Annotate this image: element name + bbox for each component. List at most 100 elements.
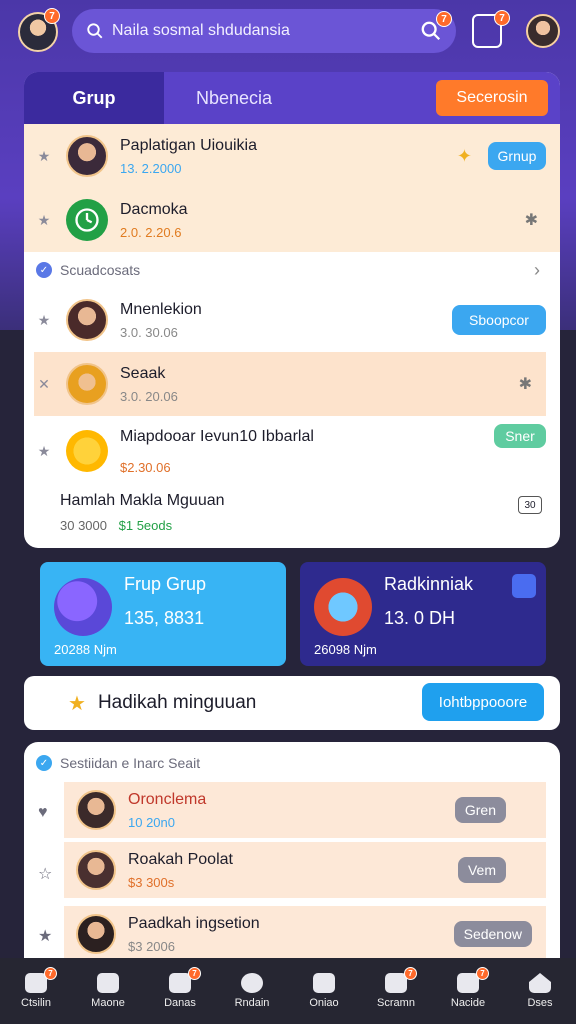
search-icon (87, 23, 103, 39)
avatar (66, 299, 108, 341)
list-item[interactable]: ★ Paplatigan Uiouikia 13. 2.2000 ✦ Grnup (24, 124, 560, 188)
nav-item-maone[interactable]: Maone (74, 973, 142, 1009)
nav-badge: 7 (404, 967, 417, 980)
nav-item-nacide[interactable]: 7 Nacide (434, 967, 502, 1009)
section-header[interactable]: ✓ Scuadcosats › (24, 252, 560, 288)
footer-badge[interactable]: 30 (518, 496, 542, 514)
bag-icon (97, 973, 119, 993)
nav-badge: 7 (188, 967, 201, 980)
house-icon (529, 973, 551, 993)
more-icon[interactable]: ✱ (519, 374, 532, 394)
list-item[interactable]: Oronclema 10 20n0 Gren (64, 782, 546, 838)
nav-label: Scramn (377, 997, 415, 1009)
nav-badge: 7 (44, 967, 57, 980)
row-sub: $3 2006 (128, 938, 175, 954)
stat-title: Frup Grup (124, 574, 207, 594)
sboopcor-button[interactable]: Sboopcor (452, 305, 546, 335)
notification-badge: 7 (494, 10, 510, 26)
user-avatar[interactable] (526, 14, 560, 48)
footer-title: Hamlah Makla Mguuan (60, 492, 225, 509)
reward-button[interactable]: Iohtbppooore (422, 683, 544, 721)
star-icon[interactable]: ★ (36, 212, 52, 229)
search-badge: 7 (436, 11, 452, 27)
avatar (76, 914, 116, 954)
row-sub: $2.30.06 (120, 459, 171, 475)
nav-item-rndain[interactable]: Rndain (218, 973, 286, 1009)
row-sub: 3.0. 20.06 (120, 388, 178, 404)
sedenow-button[interactable]: Sedenow (453, 921, 532, 947)
star-icon[interactable]: ★ (38, 926, 52, 946)
star-icon: ★ (68, 692, 86, 715)
main-card: Grup Nbenecia Secerosin ★ Paplatigan Uio… (24, 72, 560, 548)
more-icon[interactable]: ✱ (525, 210, 538, 230)
tab-nbenecia[interactable]: Nbenecia (164, 72, 304, 124)
nav-label: Oniao (309, 997, 339, 1009)
expand-icon[interactable] (512, 574, 536, 598)
stat-title: Radkinniak (384, 574, 474, 594)
grnup-button[interactable]: Grnup (488, 142, 546, 170)
row-sub: 2.0. 2.20.6 (120, 224, 182, 240)
search-bar[interactable]: 7 (72, 9, 456, 53)
stat-value: 13. 0 DH (384, 608, 456, 628)
row-name: Roakah Poolat (128, 850, 233, 868)
star-icon[interactable]: ★ (36, 148, 52, 165)
nav-item-ctsilin[interactable]: 7 Ctsilin (2, 967, 70, 1009)
chevron-right-icon[interactable]: › (534, 260, 540, 281)
row-name: Paadkah ingsetion (128, 914, 260, 932)
nav-item-oniao[interactable]: Oniao (290, 973, 358, 1009)
sparkle-icon: ✦ (456, 145, 472, 166)
avatar (66, 363, 108, 405)
check-icon: ✓ (36, 755, 52, 771)
row-name: Mnenlekion (120, 300, 202, 318)
star-icon[interactable]: ☆ (38, 864, 52, 884)
row-name: Seaak (120, 364, 166, 382)
stat-card-frup-grup[interactable]: Frup Grup 135, 8831 20288 Njm (40, 562, 286, 666)
avatar (76, 790, 116, 830)
close-icon[interactable]: ✕ (36, 376, 52, 393)
list-item[interactable]: Roakah Poolat $3 300s Vem (64, 842, 546, 898)
reward-bar: ★ Hadikah minguuan Iohtbppooore (24, 676, 560, 730)
secerosin-button[interactable]: Secerosin (436, 80, 548, 116)
nav-item-dses[interactable]: Dses (506, 973, 574, 1009)
section-title: Sestiidan e Inarc Seait (60, 755, 201, 771)
star-icon[interactable]: ★ (36, 312, 52, 329)
heart-icon[interactable]: ♥ (38, 804, 48, 822)
list-item[interactable]: ★ Miapdooar Ievun10 Ibbarlal $2.30.06 Sn… (24, 416, 560, 486)
row-name: Dacmoka (120, 200, 188, 218)
list-item[interactable]: ✕ Seaak 3.0. 20.06 ✱ (34, 352, 546, 416)
top-bar: 7 7 7 (0, 0, 576, 62)
section-header[interactable]: ✓ Sestiidan e Inarc Seait (24, 742, 560, 784)
stat-card-radkinniak[interactable]: Radkinniak 13. 0 DH 26098 Njm (300, 562, 546, 666)
tab-bar: Grup Nbenecia Secerosin (24, 72, 560, 124)
reward-label: Hadikah minguuan (97, 692, 257, 713)
top-rows: ★ Paplatigan Uiouikia 13. 2.2000 ✦ Grnup… (24, 124, 560, 252)
footer-count-a: 30 3000 (60, 518, 107, 533)
profile-badge: 7 (44, 8, 60, 24)
gren-button[interactable]: Gren (454, 797, 506, 823)
list-item[interactable]: ★ Mnenlekion 3.0. 30.06 Sboopcor (24, 288, 560, 352)
check-icon: ✓ (36, 262, 52, 278)
monitor-icon (313, 973, 335, 993)
sner-button[interactable]: Sner (494, 424, 546, 448)
avatar (66, 135, 108, 177)
tab-grup[interactable]: Grup (24, 72, 164, 124)
nav-label: Dses (527, 997, 553, 1009)
nav-badge: 7 (476, 967, 489, 980)
nav-item-scramn[interactable]: 7 Scramn (362, 967, 430, 1009)
nav-item-danas[interactable]: 7 Danas (146, 967, 214, 1009)
section-title: Scuadcosats (60, 262, 141, 278)
search-input[interactable] (112, 22, 412, 40)
row-name: Paplatigan Uiouikia (120, 136, 257, 154)
row-sub: $3 300s (128, 874, 175, 890)
list-item[interactable]: ★ Dacmoka 2.0. 2.20.6 ✱ (24, 188, 560, 252)
nav-label: Nacide (450, 997, 486, 1009)
nav-label: Maone (91, 997, 125, 1009)
trophy-icon (54, 578, 112, 636)
row-sub: 3.0. 30.06 (120, 324, 178, 340)
star-icon[interactable]: ★ (36, 443, 52, 460)
section-footer: Hamlah Makla Mguuan 30 3000 $1 5eods 30 (24, 486, 560, 544)
avatar (76, 850, 116, 890)
vem-button[interactable]: Vem (457, 857, 506, 883)
sun-icon (66, 430, 108, 472)
list-item[interactable]: Paadkah ingsetion $3 2006 Sedenow (64, 906, 546, 962)
